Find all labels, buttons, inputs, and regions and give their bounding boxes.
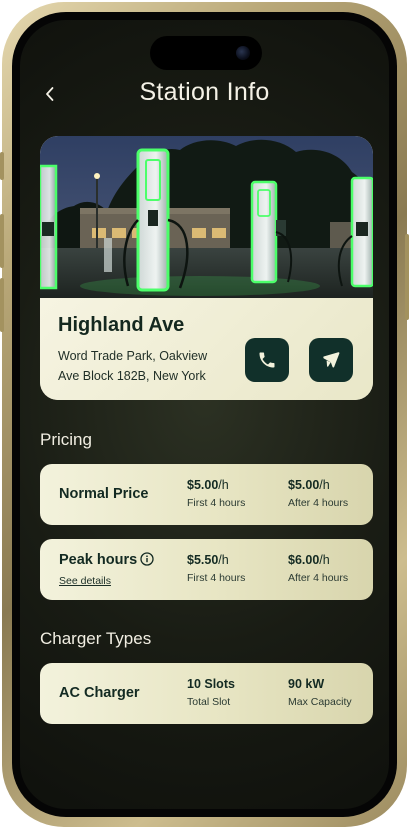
normal-after-price: $5.00/h [288,478,330,492]
call-button[interactable] [245,338,289,382]
page-title: Station Info [139,78,270,106]
peak-first-price: $5.50/h [187,553,229,567]
peak-first-note: First 4 hours [187,572,246,584]
action-button [0,152,4,180]
peak-hours-card: Peak hours See details $5.50/h First 4 h… [40,539,373,600]
phone-frame: Station Info Highland Ave Word Trade Par… [0,2,409,827]
directions-button[interactable] [309,338,353,382]
ac-capacity-value: 90 kW [288,677,325,691]
normal-first-price: $5.00/h [187,478,229,492]
station-photo [40,136,373,298]
normal-after-note: After 4 hours [288,497,349,509]
volume-up-button [0,214,4,268]
ac-capacity-note: Max Capacity [288,696,352,708]
ac-charger-card: AC Charger 10 Slots Total Slot 90 kW Max… [40,663,373,724]
camera-icon [236,46,250,60]
ac-charger-label: AC Charger [59,685,140,701]
volume-down-button [0,278,4,332]
ac-slots-value: 10 Slots [187,677,235,691]
normal-price-card: Normal Price $5.00/h First 4 hours $5.00… [40,464,373,525]
charger-types-section-title: Charger Types [40,629,152,648]
power-button [405,234,409,320]
station-card[interactable]: Highland Ave Word Trade Park, Oakview Av… [40,136,373,400]
see-details-link[interactable]: See details [59,575,111,587]
peak-after-note: After 4 hours [288,572,349,584]
dynamic-island [150,36,262,70]
pricing-section-title: Pricing [40,430,92,449]
normal-first-note: First 4 hours [187,497,246,509]
peak-after-price: $6.00/h [288,553,330,567]
ac-slots-note: Total Slot [187,696,231,708]
directions-icon [323,352,340,368]
peak-hours-label: Peak hours [59,552,154,568]
screen: Station Info Highland Ave Word Trade Par… [20,20,389,809]
station-name: Highland Ave [58,314,185,336]
phone-icon [259,352,275,368]
station-address: Word Trade Park, Oakview Ave Block 182B,… [58,349,208,383]
station-info: Highland Ave Word Trade Park, Oakview Av… [40,298,373,400]
normal-price-label: Normal Price [59,486,149,502]
info-icon[interactable] [140,552,154,566]
